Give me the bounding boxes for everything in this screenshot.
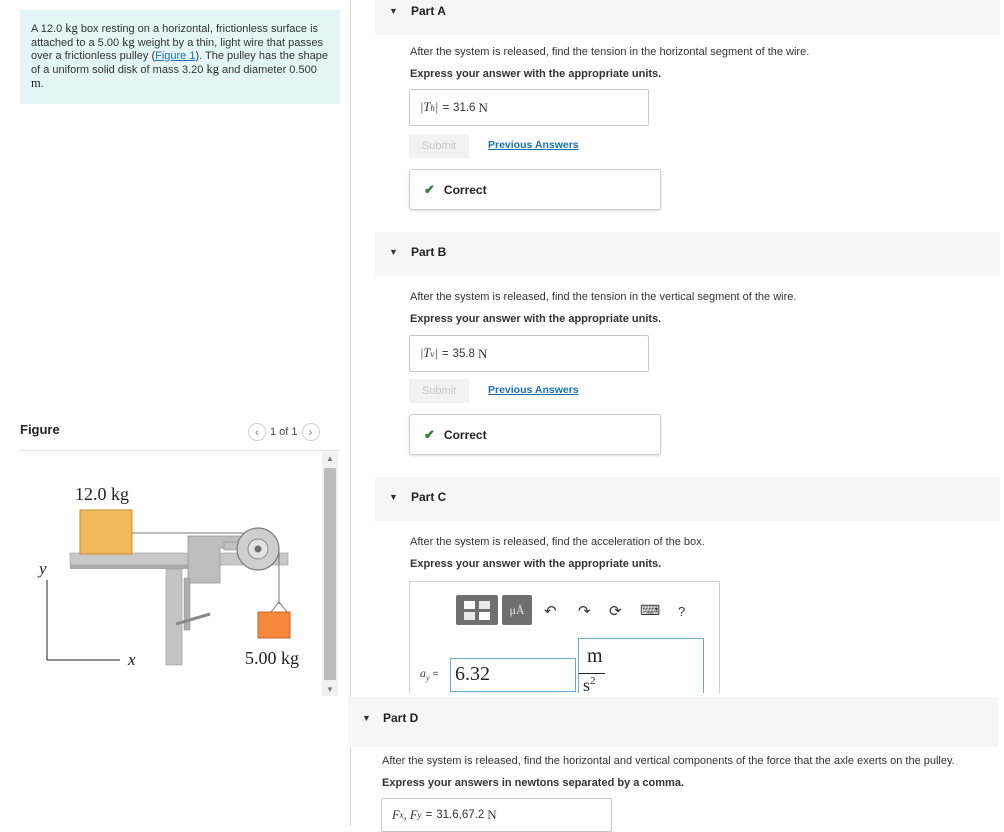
weight-label: 5.00 kg [245,648,299,668]
caret-down-icon[interactable]: ▼ [389,492,398,502]
part-c-label: Part C [411,490,447,504]
part-c-header[interactable]: ▼ Part C [375,477,1000,521]
part-d-label: Part D [383,711,419,725]
pager-text: 1 of 1 [270,426,298,438]
part-b-header[interactable]: ▼ Part B [375,232,1000,276]
unit-kg: kg [122,35,135,49]
undo-icon[interactable]: ↶ [544,602,557,620]
weight-5kg [257,611,291,639]
figure-title: Figure [20,422,60,437]
part-b-label: Part B [411,245,447,259]
unit-kg: kg [65,21,78,35]
part-a-question: After the system is released, find the t… [410,46,810,58]
scroll-up-icon[interactable]: ▲ [324,453,336,465]
figure-canvas: 12.0 kg 5.00 kg y x [37,484,299,669]
redo-icon[interactable]: ↷ [578,602,591,620]
part-d-answer-field[interactable]: Fx, Fy = 31.6,67.2 N [381,798,612,832]
figure-divider [20,450,340,451]
templates-button[interactable] [456,595,498,625]
part-a-feedback: ✔ Correct [409,169,661,210]
part-a-header[interactable]: ▼ Part A [375,0,1000,35]
part-b-answer-field[interactable]: |T v | = 35.8 N [409,335,649,372]
scroll-down-icon[interactable]: ▼ [324,684,336,696]
figure-pager: ‹ 1 of 1 › [248,422,320,442]
part-b-submit-button[interactable]: Submit [409,379,469,403]
part-c-unit-input[interactable]: m s2 [578,638,704,693]
pulley-axle [254,545,262,553]
check-icon: ✔ [424,426,435,442]
part-a-submit-button[interactable]: Submit [409,134,469,158]
part-b-question: After the system is released, find the t… [410,291,797,303]
reset-icon[interactable]: ⟳ [609,602,622,620]
units-button[interactable]: μÅ [502,595,532,625]
part-a-label: Part A [411,4,446,18]
check-icon: ✔ [424,181,435,197]
unit-kg: kg [206,62,219,76]
y-axis-label: y [37,559,47,578]
caret-down-icon[interactable]: ▼ [389,247,398,257]
table-leg [165,568,183,666]
problem-statement: A 12.0 kg box resting on a horizontal, f… [20,10,340,104]
part-c-value-input[interactable]: 6.32 [450,658,576,692]
part-c-instruction: Express your answer with the appropriate… [410,558,662,570]
part-a-previous-answers-link[interactable]: Previous Answers [488,139,579,151]
caret-down-icon[interactable]: ▼ [362,713,371,723]
part-c-answer-editor: μÅ ↶ ↷ ⟳ ⌨ ? ay = 6.32 m s2 [409,581,720,693]
chevron-right-icon[interactable]: › [301,423,320,441]
part-b-feedback: ✔ Correct [409,414,661,455]
box-12kg [79,509,133,555]
keyboard-icon[interactable]: ⌨ [640,602,660,619]
part-d-question: After the system is released, find the h… [382,755,955,767]
part-b-previous-answers-link[interactable]: Previous Answers [488,384,579,396]
part-a-answer-field[interactable]: |T h | = 31.6 N [409,89,649,126]
help-icon[interactable]: ? [678,604,685,619]
part-a-status: Correct [443,182,487,197]
figure-scrollbar-thumb[interactable] [324,468,336,680]
fraction-bar [579,673,605,674]
part-c-question: After the system is released, find the a… [410,536,705,548]
part-d-instruction: Express your answers in newtons separate… [382,777,685,789]
part-b-instruction: Express your answer with the appropriate… [410,313,662,325]
box-label: 12.0 kg [75,484,129,504]
x-axis-label: x [127,650,136,669]
figure-link[interactable]: Figure 1 [155,50,195,62]
part-d-header[interactable]: ▼ Part D [348,697,998,747]
templates-icon [464,601,490,620]
part-c-variable: ay = [420,666,439,683]
chevron-left-icon[interactable]: ‹ [248,423,266,441]
caret-down-icon[interactable]: ▼ [389,6,398,16]
part-b-status: Correct [443,427,487,442]
part-a-instruction: Express your answer with the appropriate… [410,68,662,80]
unit-m: m [31,76,41,90]
